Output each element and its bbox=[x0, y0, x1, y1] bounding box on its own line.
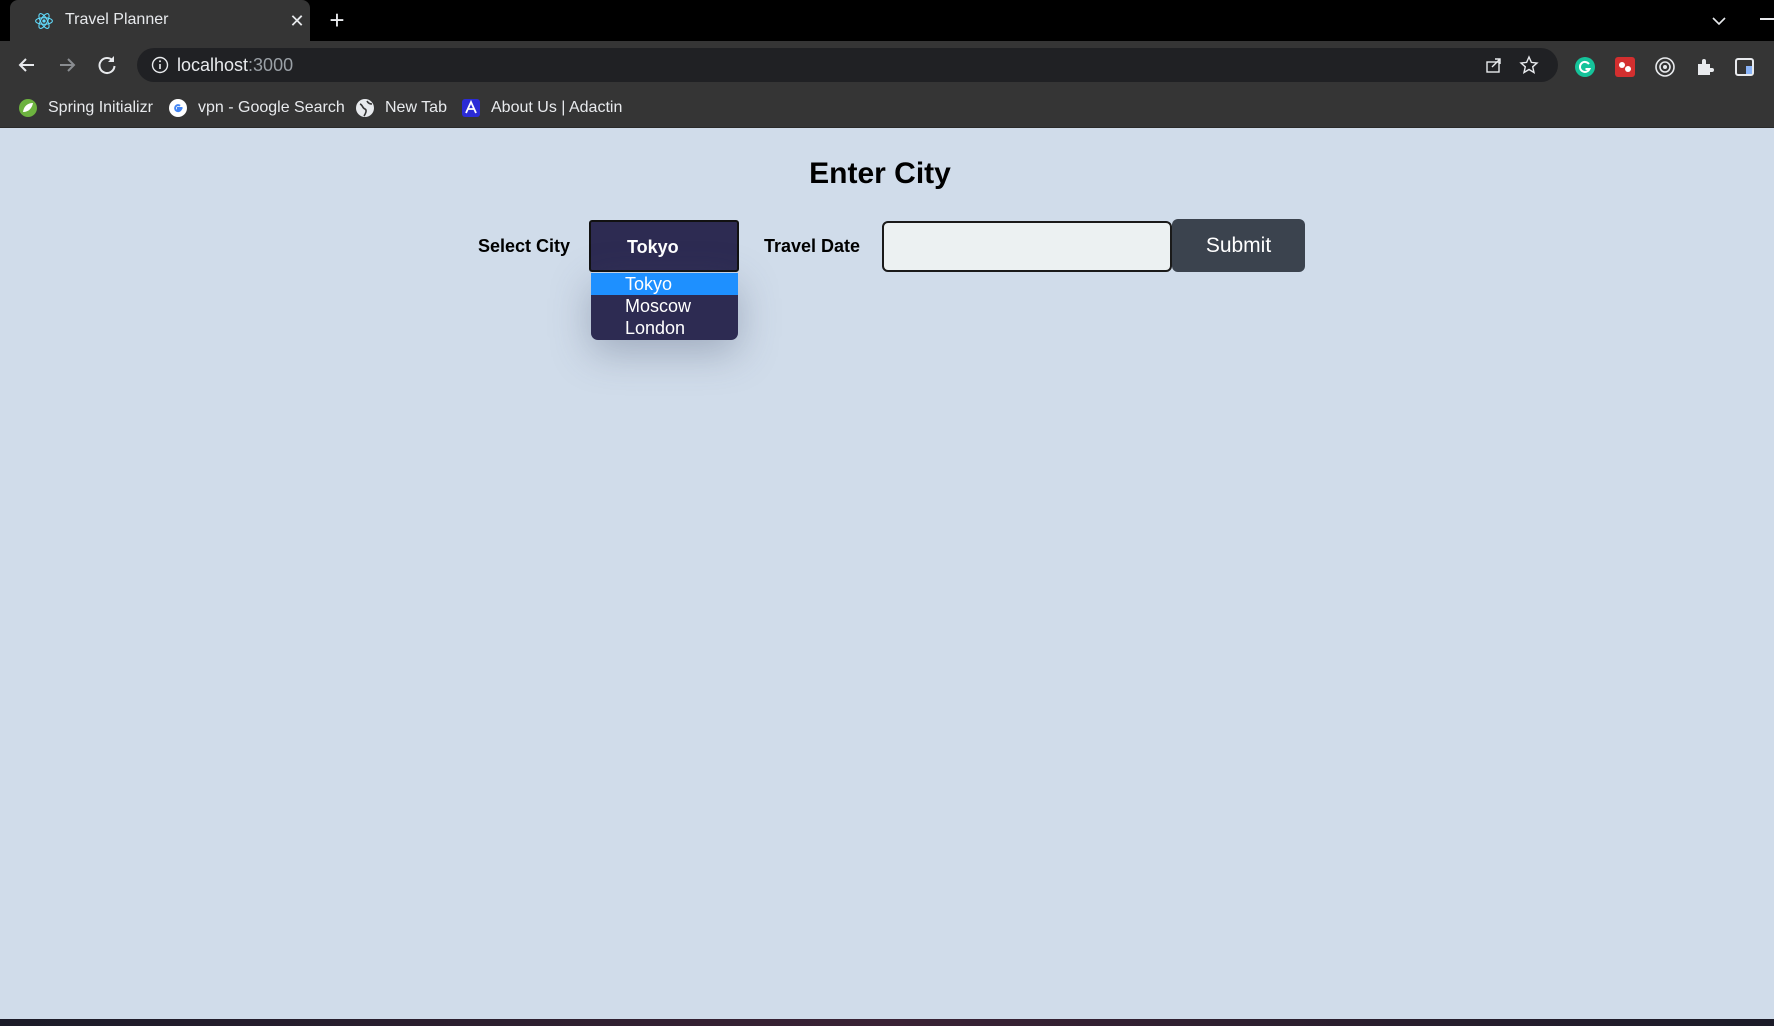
bookmark-google-search[interactable]: vpn - Google Search bbox=[168, 95, 345, 121]
spring-leaf-icon bbox=[19, 99, 37, 117]
city-option-london[interactable]: London bbox=[591, 317, 738, 339]
browser-tab[interactable]: Travel Planner ✕ bbox=[10, 0, 310, 41]
puzzle-icon[interactable] bbox=[1694, 56, 1716, 78]
chevron-down-icon[interactable] bbox=[1708, 10, 1730, 32]
city-option-moscow[interactable]: Moscow bbox=[591, 295, 738, 317]
grammarly-icon[interactable] bbox=[1574, 56, 1596, 78]
google-icon bbox=[169, 99, 187, 117]
bookmark-label: About Us | Adactin bbox=[491, 99, 623, 116]
select-city-label: Select City bbox=[478, 236, 571, 256]
tab-strip: Travel Planner ✕ + bbox=[0, 0, 1774, 41]
url-host: localhost bbox=[177, 55, 249, 75]
side-panel-icon[interactable] bbox=[1734, 56, 1756, 78]
target-extension-icon[interactable] bbox=[1654, 56, 1676, 78]
reload-icon[interactable] bbox=[93, 51, 121, 79]
red-extension-icon[interactable] bbox=[1614, 56, 1636, 78]
city-dropdown-list: Tokyo Moscow London bbox=[591, 273, 738, 340]
bookmark-label: New Tab bbox=[385, 99, 447, 116]
globe-icon bbox=[356, 99, 374, 117]
adactin-icon bbox=[462, 99, 480, 117]
bookmark-label: vpn - Google Search bbox=[198, 99, 345, 116]
back-arrow-icon[interactable] bbox=[13, 51, 41, 79]
url-text[interactable]: localhost:3000 bbox=[177, 55, 293, 76]
travel-date-input[interactable] bbox=[882, 221, 1172, 272]
city-select[interactable]: Tokyo bbox=[589, 220, 739, 272]
bookmark-label: Spring Initializr bbox=[48, 99, 153, 116]
submit-button[interactable]: Submit bbox=[1172, 219, 1305, 272]
address-bar[interactable]: localhost:3000 bbox=[137, 48, 1558, 82]
travel-date-label: Travel Date bbox=[764, 236, 861, 256]
taskbar-edge bbox=[0, 1019, 1774, 1026]
page-title: Enter City bbox=[809, 157, 951, 190]
forward-arrow-icon[interactable] bbox=[53, 51, 81, 79]
city-option-tokyo[interactable]: Tokyo bbox=[591, 273, 738, 295]
tab-title: Travel Planner bbox=[65, 11, 169, 28]
bookmark-star-icon[interactable] bbox=[1519, 55, 1539, 75]
url-port: :3000 bbox=[248, 55, 294, 75]
share-icon[interactable] bbox=[1484, 55, 1504, 75]
new-tab-button[interactable]: + bbox=[324, 7, 350, 34]
bookmark-new-tab[interactable]: New Tab bbox=[355, 95, 447, 121]
browser-toolbar: localhost:3000 bbox=[0, 41, 1774, 88]
bookmarks-bar: Spring Initializr vpn - Google Search Ne… bbox=[0, 88, 1774, 128]
bookmark-adactin[interactable]: About Us | Adactin bbox=[461, 95, 622, 121]
close-tab-icon[interactable]: ✕ bbox=[286, 10, 308, 32]
info-icon[interactable] bbox=[151, 56, 169, 74]
minimize-icon[interactable] bbox=[1760, 18, 1774, 20]
react-icon bbox=[35, 13, 53, 29]
bookmark-spring-initializr[interactable]: Spring Initializr bbox=[18, 95, 153, 121]
